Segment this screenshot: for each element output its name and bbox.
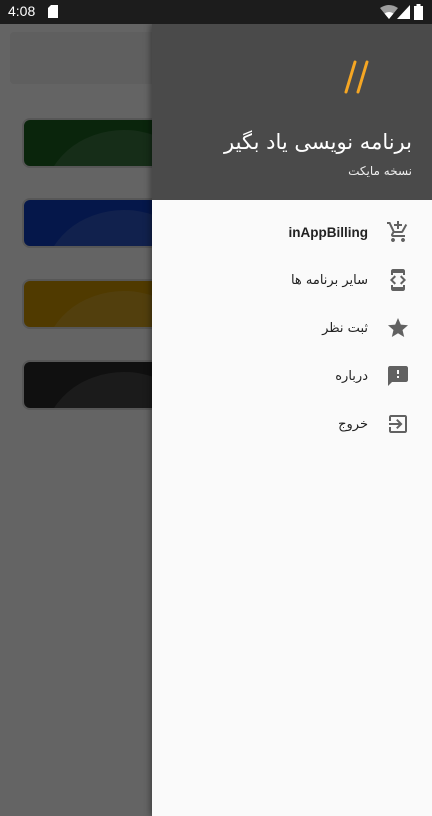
menu-item-about[interactable]: درباره: [152, 352, 432, 400]
star-icon: [386, 316, 410, 340]
drawer-subtitle: نسخه مایکت: [348, 164, 412, 178]
menu-item-inappbilling[interactable]: inAppBilling: [152, 208, 432, 256]
developer-mode-icon: [386, 268, 410, 292]
app-logo-icon: [344, 60, 369, 94]
feedback-icon: [386, 364, 410, 388]
wifi-icon: [380, 5, 398, 19]
menu-item-label: سایر برنامه ها: [290, 272, 368, 288]
menu-item-exit[interactable]: خروج: [152, 400, 432, 448]
status-bar: 4:08: [0, 0, 432, 24]
status-time: 4:08: [8, 3, 36, 19]
menu-item-rate[interactable]: ثبت نظر: [152, 304, 432, 352]
menu-item-label: inAppBilling: [288, 224, 368, 240]
drawer-header: برنامه نویسی یاد بگیر نسخه مایکت: [152, 24, 432, 200]
sd-card-icon: [48, 5, 58, 18]
signal-icon: [397, 5, 410, 19]
menu-item-label: درباره: [335, 368, 368, 384]
menu-item-other-apps[interactable]: سایر برنامه ها: [152, 256, 432, 304]
menu-item-label: ثبت نظر: [322, 320, 368, 336]
drawer-title: برنامه نویسی یاد بگیر: [224, 130, 412, 154]
add-shopping-cart-icon: [386, 220, 410, 244]
menu-item-label: خروج: [338, 416, 368, 432]
drawer-menu: inAppBilling سایر برنامه ها ثبت نظر دربا…: [152, 208, 432, 448]
navigation-drawer: برنامه نویسی یاد بگیر نسخه مایکت inAppBi…: [152, 24, 432, 816]
battery-icon: [414, 4, 423, 20]
exit-icon: [386, 412, 410, 436]
